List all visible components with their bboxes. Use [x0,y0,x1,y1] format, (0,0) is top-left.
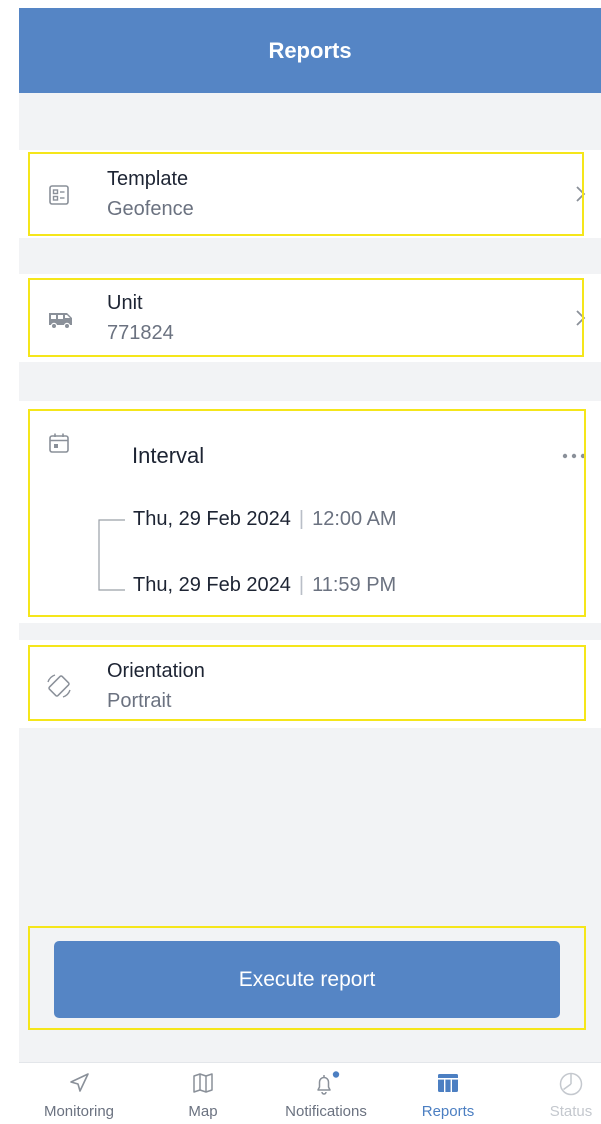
reports-screen: Reports Template Geofence Unit 771824 In… [19,8,601,1124]
bottom-tab-bar: Monitoring Map Notifications Reports Sta… [19,1062,601,1124]
navigation-arrow-icon [70,1073,89,1092]
tab-label: Notifications [285,1103,367,1120]
table-icon [438,1074,458,1092]
tab-reports[interactable]: Reports [393,1063,503,1124]
template-highlight [28,152,584,236]
tab-label: Status [549,1103,593,1120]
tab-notifications[interactable]: Notifications [271,1063,381,1124]
tab-map[interactable]: Map [148,1063,258,1124]
page-title: Reports [268,37,352,63]
unit-highlight [28,278,584,357]
tab-status[interactable]: Status [516,1063,601,1124]
orientation-highlight [28,645,586,721]
tab-label: Map [188,1103,218,1120]
header-bar: Reports [19,8,601,93]
map-icon [193,1073,213,1093]
tab-monitoring[interactable]: Monitoring [24,1063,134,1124]
tab-label: Reports [421,1103,475,1120]
execute-highlight [28,926,586,1030]
tab-label: Monitoring [43,1103,115,1120]
pie-chart-icon [559,1072,583,1096]
interval-highlight [28,409,586,617]
bell-icon [317,1071,340,1095]
